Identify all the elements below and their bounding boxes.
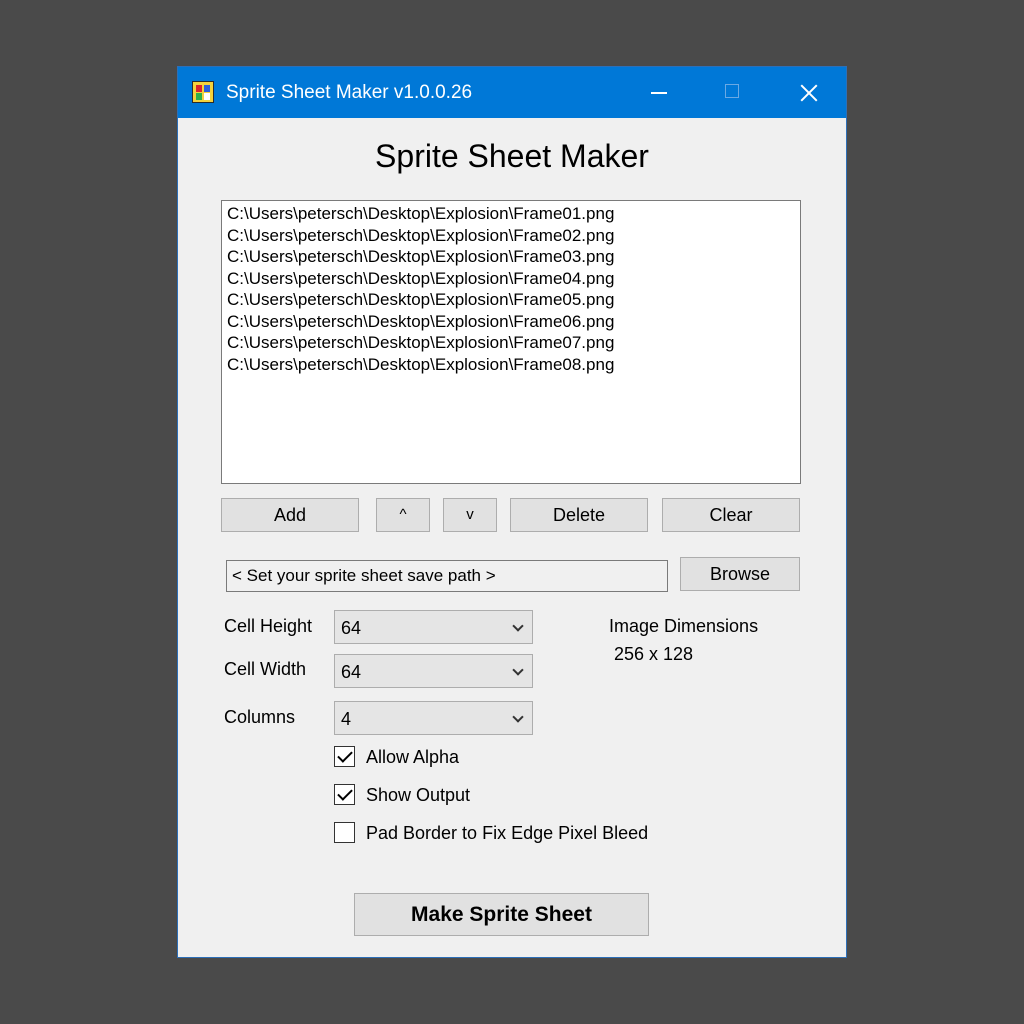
clear-button[interactable]: Clear	[662, 498, 800, 532]
image-dimensions-label: Image Dimensions	[609, 616, 759, 636]
move-up-button[interactable]: ^	[376, 498, 430, 532]
image-dimensions-value: 256 x 128	[614, 644, 694, 664]
cell-height-value: 64	[341, 618, 362, 638]
columns-label: Columns	[224, 707, 296, 727]
move-down-button[interactable]: v	[443, 498, 497, 532]
columns-select[interactable]: 4	[334, 701, 533, 735]
list-item[interactable]: C:\Users\petersch\Desktop\Explosion\Fram…	[227, 268, 800, 290]
chevron-down-icon	[512, 620, 524, 632]
maximize-icon[interactable]	[702, 67, 764, 118]
list-item[interactable]: C:\Users\petersch\Desktop\Explosion\Fram…	[227, 311, 800, 333]
app-window: Sprite Sheet Maker v1.0.0.26 Sprite Shee…	[178, 67, 846, 957]
list-item[interactable]: C:\Users\petersch\Desktop\Explosion\Fram…	[227, 289, 800, 311]
cell-width-select[interactable]: 64	[334, 654, 533, 688]
window-title: Sprite Sheet Maker v1.0.0.26	[226, 82, 473, 103]
checkmark-icon[interactable]	[334, 784, 355, 805]
columns-value: 4	[341, 709, 352, 729]
app-icon	[192, 81, 214, 103]
list-item[interactable]: C:\Users\petersch\Desktop\Explosion\Fram…	[227, 246, 800, 268]
list-item[interactable]: C:\Users\petersch\Desktop\Explosion\Fram…	[227, 203, 800, 225]
cell-width-label: Cell Width	[224, 659, 307, 679]
checkbox-box[interactable]	[334, 822, 355, 843]
allow-alpha-label: Allow Alpha	[366, 747, 460, 767]
show-output-label: Show Output	[366, 785, 471, 805]
close-icon[interactable]	[779, 67, 841, 118]
file-list[interactable]: C:\Users\petersch\Desktop\Explosion\Fram…	[221, 200, 801, 484]
checkmark-icon[interactable]	[334, 746, 355, 767]
title-bar[interactable]: Sprite Sheet Maker v1.0.0.26	[178, 67, 846, 118]
browse-button[interactable]: Browse	[680, 557, 800, 591]
add-button[interactable]: Add	[221, 498, 359, 532]
cell-height-select[interactable]: 64	[334, 610, 533, 644]
make-sprite-sheet-button[interactable]: Make Sprite Sheet	[354, 893, 649, 936]
delete-button[interactable]: Delete	[510, 498, 648, 532]
pad-border-label: Pad Border to Fix Edge Pixel Bleed	[366, 823, 649, 843]
cell-width-value: 64	[341, 662, 362, 682]
chevron-down-icon	[512, 664, 524, 676]
list-item[interactable]: C:\Users\petersch\Desktop\Explosion\Fram…	[227, 225, 800, 247]
save-path-field[interactable]	[226, 560, 668, 592]
cell-height-label: Cell Height	[224, 616, 313, 636]
app-heading: Sprite Sheet Maker	[375, 138, 649, 174]
chevron-down-icon	[512, 711, 524, 723]
list-item[interactable]: C:\Users\petersch\Desktop\Explosion\Fram…	[227, 332, 800, 354]
list-item[interactable]: C:\Users\petersch\Desktop\Explosion\Fram…	[227, 354, 800, 376]
minimize-icon[interactable]	[629, 67, 691, 118]
